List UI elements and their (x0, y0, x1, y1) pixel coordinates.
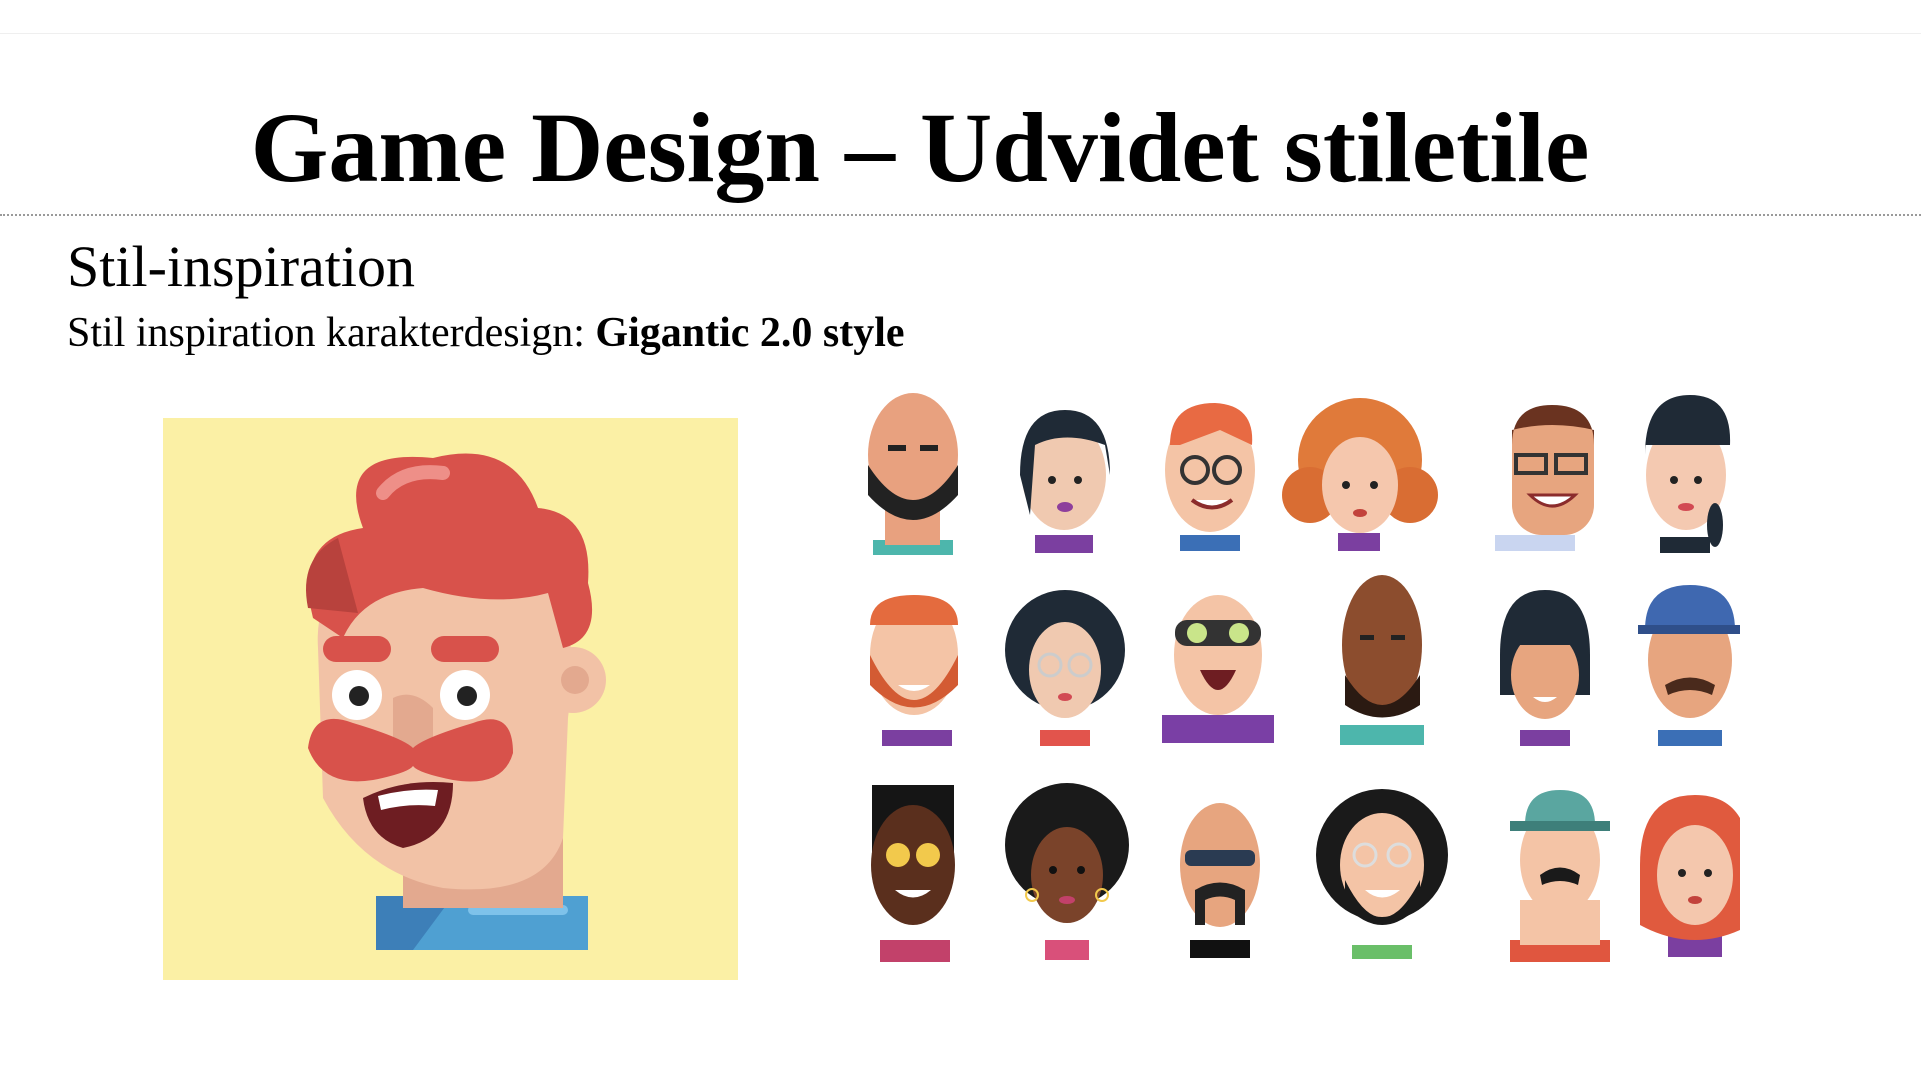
avatar-afro-woman (1005, 783, 1129, 960)
top-divider (0, 33, 1921, 34)
body-text: Stil inspiration karakterdesign: Giganti… (67, 305, 905, 361)
avatar-black-bob-woman (1020, 410, 1110, 553)
avatar-red-bearded-man (870, 595, 958, 746)
avatar-sunglasses-mustache-man (1180, 803, 1260, 958)
title-divider (0, 214, 1921, 216)
avatar-grid (840, 385, 1740, 975)
avatar-dark-bob-woman (1500, 590, 1590, 746)
avatar-flat-top-glasses-man (871, 785, 955, 962)
main-character-illustration (163, 418, 738, 980)
avatar-ponytail-woman (1645, 395, 1731, 553)
slide-title: Game Design – Udvidet stiletile (250, 92, 1590, 203)
avatar-red-hair-woman (1640, 795, 1740, 957)
body-bold: Gigantic 2.0 style (595, 310, 905, 356)
avatar-goggles-bald-man (1162, 595, 1274, 743)
avatar-bob-glasses-woman (1005, 590, 1125, 746)
slide-subtitle: Stil-inspiration (67, 234, 415, 299)
avatar-glasses-smiling-man (1495, 405, 1594, 551)
avatar-bald-bearded-man (868, 393, 958, 555)
avatar-bald-dark-bearded-man (1340, 575, 1424, 745)
body-prefix: Stil inspiration karakterdesign: (67, 310, 596, 356)
avatar-glasses-redhead-man (1165, 403, 1255, 551)
avatar-curly-red-hair-woman (1282, 398, 1438, 551)
avatar-hat-man (1510, 790, 1610, 962)
avatar-spiky-hair-bearded-man (1316, 789, 1448, 959)
avatar-cap-mustache-man (1638, 585, 1740, 746)
